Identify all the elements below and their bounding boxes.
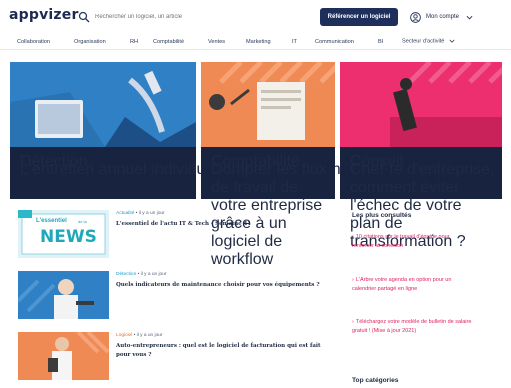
article-tag-1[interactable]: Actualité [116, 211, 134, 216]
category-nav: Collaboration Organisation RH Comptabili… [0, 34, 511, 50]
article-tag-2[interactable]: Détection [116, 272, 136, 277]
nav-item-collaboration[interactable]: Collaboration [17, 39, 50, 45]
nav-item-comptabilite[interactable]: Comptabilité [153, 39, 184, 45]
most-viewed-link-1[interactable]: › 10 citations sur le travail d'équipe po… [352, 233, 472, 250]
chevron-down-icon [466, 15, 473, 19]
search-input[interactable] [95, 14, 305, 20]
user-icon [410, 11, 421, 23]
most-viewed-link-2[interactable]: › L'Arbre votre agenda en option pour un … [352, 276, 472, 293]
article-meta-2: Détection • il y a un jour [116, 272, 167, 277]
most-viewed-heading: Les plus consultés [352, 212, 412, 219]
nav-item-rh[interactable]: RH [130, 39, 138, 45]
nav-item-secteur[interactable]: Secteur d'activité [402, 38, 455, 45]
nav-item-communication[interactable]: Communication [315, 39, 354, 45]
arrow-right-icon: › [352, 277, 354, 283]
article-title-3[interactable]: Auto-entrepreneurs : quel est le logicie… [116, 342, 326, 359]
thumb-text-news: NEWS [40, 227, 97, 247]
hero-image-2 [201, 62, 335, 147]
article-item-3[interactable]: Logiciel • il y a un jour Auto-entrepren… [18, 332, 338, 380]
chevron-down-icon [449, 39, 455, 43]
article-meta-1: Actualité • il y a un jour [116, 211, 165, 216]
account-label: Mon compte [426, 14, 460, 20]
most-viewed-link-3-text: Téléchargez votre modèle de bulletin de … [352, 319, 472, 334]
nav-item-it[interactable]: IT [292, 39, 297, 45]
arrow-right-icon: › [352, 234, 354, 240]
most-viewed-link-3[interactable]: › Téléchargez votre modèle de bulletin de… [352, 318, 472, 335]
article-time-2: il y a un jour [140, 272, 167, 277]
article-title-1[interactable]: L'essentiel de l'actu IT & Tech - Semain… [116, 220, 326, 229]
article-time-3: il y a un jour [136, 333, 163, 338]
search-bar[interactable] [78, 8, 308, 26]
article-item-1[interactable]: L'essentiel de la NEWS Actualité • il y … [18, 210, 338, 258]
site-logo[interactable]: appvizer [9, 7, 79, 23]
thumb-text-essentiel: L'essentiel [36, 218, 67, 224]
article-thumbnail-3 [18, 332, 109, 380]
most-viewed-link-1-text: 10 citations sur le travail d'équipe pou… [352, 234, 450, 249]
nav-item-bi[interactable]: BI [378, 39, 383, 45]
search-icon [78, 11, 90, 23]
article-item-2[interactable]: Détection • il y a un jour Quels indicat… [18, 271, 338, 319]
top-categories-heading: Top catégories [352, 377, 399, 384]
most-viewed-link-2-text: L'Arbre votre agenda en option pour un c… [352, 277, 452, 292]
nav-item-ventes[interactable]: Ventes [208, 39, 225, 45]
header: appvizer Référencer un logiciel Mon comp… [0, 0, 511, 34]
article-thumbnail-1: L'essentiel de la NEWS [18, 210, 109, 258]
reference-software-button[interactable]: Référencer un logiciel [320, 8, 398, 26]
article-meta-3: Logiciel • il y a un jour [116, 333, 163, 338]
arrow-right-icon: › [352, 319, 354, 325]
hero-image-3 [340, 62, 502, 147]
thumb-text-de-la: de la [78, 219, 87, 224]
account-menu[interactable]: Mon compte [410, 9, 473, 25]
nav-item-marketing[interactable]: Marketing [246, 39, 271, 45]
article-time-1: il y a un jour [138, 211, 165, 216]
hero-image-1 [10, 62, 196, 147]
article-tag-3[interactable]: Logiciel [116, 333, 132, 338]
nav-item-secteur-label: Secteur d'activité [402, 38, 445, 45]
article-thumbnail-2 [18, 271, 109, 319]
nav-item-organisation[interactable]: Organisation [74, 39, 106, 45]
article-title-2[interactable]: Quels indicateurs de maintenance choisir… [116, 281, 326, 290]
